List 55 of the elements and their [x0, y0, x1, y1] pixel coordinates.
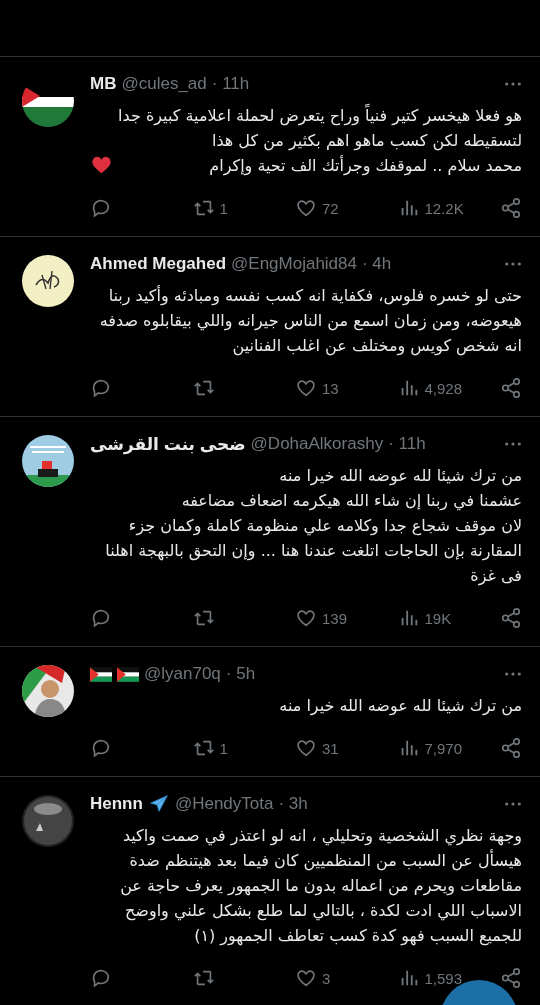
like-count: 139 [322, 609, 348, 627]
tweet-text: هو فعلا هيخسر كتير فنياً وراح يتعرض لحملة اعلامية كبيرة جدا لتسقيطه لكن كسب ماهو اهم بكثير من كل هذا محمد سلام .. لموقفك وجرأتك الف تحية وإكرام [118, 103, 522, 178]
like-count: 3 [322, 969, 331, 987]
more-icon[interactable] [504, 801, 522, 807]
more-icon[interactable] [504, 261, 522, 267]
tweet-text: من ترك شيئا لله عوضه الله خيرا منه [279, 695, 522, 718]
share-icon[interactable] [500, 737, 522, 759]
author-handle[interactable]: @lyan70q [144, 664, 221, 684]
like-icon[interactable] [295, 197, 317, 219]
flag-icon [117, 666, 139, 682]
author-handle[interactable]: @HendyTota [174, 794, 274, 814]
share-icon[interactable] [500, 967, 522, 989]
author-handle[interactable]: @DohaAlkorashy [250, 434, 384, 454]
heart-icon [91, 155, 113, 174]
more-icon[interactable] [504, 81, 522, 87]
retweet-count: 1 [219, 739, 228, 757]
retweet-count: 1 [219, 199, 228, 217]
author-handle[interactable]: @cules_ad [121, 74, 207, 94]
like-icon[interactable] [295, 967, 317, 989]
like-icon[interactable] [295, 377, 317, 399]
share-icon[interactable] [500, 607, 522, 629]
author-name[interactable]: Ahmed Megahed [90, 254, 227, 274]
timestamp: · 5h [225, 664, 256, 684]
author-name[interactable]: ضحى بنت القرشى [90, 433, 246, 455]
tweet-text: من ترك شيئا لله عوضه الله خيرا منه عشمنا في ربنا إن شاء الله هيكرمه اضعاف مضاعفه لان موقف شجاع جدا وكلامه علي منظومة كاملة وكمان جزء المقارنة بإن الحاجات اتلغت عندنا هنا ... وإن التحق بالبهجة اهلنا فى غزة [105, 465, 522, 588]
view-count: 7,970 [424, 739, 463, 757]
share-icon[interactable] [500, 197, 522, 219]
reply-icon[interactable] [90, 377, 112, 399]
like-count: 31 [322, 739, 339, 757]
like-icon[interactable] [295, 607, 317, 629]
view-count: 1,593 [424, 969, 463, 987]
author-handle[interactable]: @EngMojahid84 [231, 254, 357, 274]
timestamp: · 11h [388, 434, 426, 454]
view-count: 19K [424, 609, 452, 627]
airplane-icon [147, 793, 170, 815]
share-icon[interactable] [500, 377, 522, 399]
tweet-text: حتى لو خسره فلوس، فكفاية انه كسب نفسه ومبادئه وأكيد ربنا هيعوضه، ومن زمان اسمع من الناس جيرانه واللي بيقابلوه صدفه انه شخص كويس ومختلف عن اغلب الفنانين [99, 284, 522, 358]
timestamp: · 3h [278, 794, 308, 814]
like-icon[interactable] [295, 737, 317, 759]
reply-icon[interactable] [90, 967, 112, 989]
view-count: 4,928 [424, 379, 463, 397]
view-count: 12.2K [424, 199, 464, 217]
like-count: 72 [322, 199, 339, 217]
more-icon[interactable] [504, 671, 522, 677]
more-icon[interactable] [504, 441, 522, 447]
author-name[interactable]: Hennn [90, 794, 143, 814]
timestamp: · 4h [362, 254, 392, 274]
tweet-text: وجهة نظري الشخصية وتحليلي ، انه لو اعتذر في صمت واكيد هيسأل عن السبب من المنظميين كان فيما بعد هيتنظم ضدة مقاطعات ويحرم من اعماله بدون ما الجمهور يعرف حاجة عن الاسباب اللي ادت لكدة ، بالتالي لما طلع بشكل علني واوضح للجميع السبب فهو كدة كسب تعاطف الجمهور (١) [120, 825, 522, 948]
reply-icon[interactable] [90, 607, 112, 629]
timestamp: · 11h [211, 74, 250, 94]
like-count: 13 [322, 379, 339, 397]
reply-icon[interactable] [90, 737, 112, 759]
reply-icon[interactable] [90, 197, 112, 219]
author-name[interactable]: MB [90, 74, 117, 94]
flag-icon [90, 666, 112, 682]
